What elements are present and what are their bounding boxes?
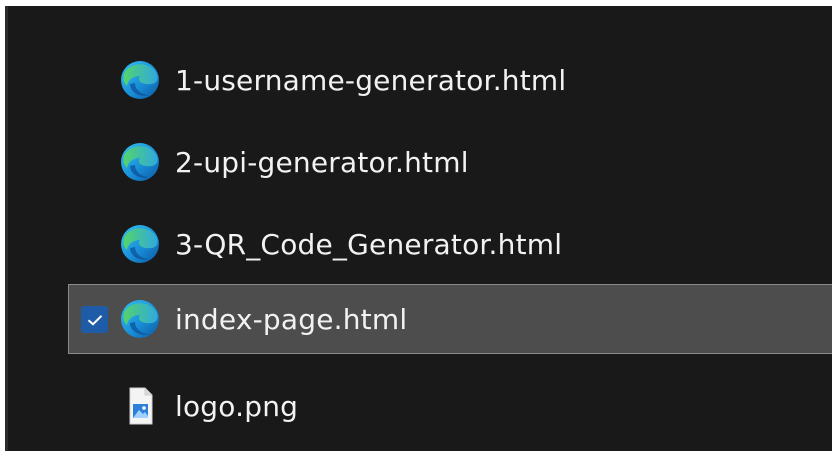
checkmark-icon — [87, 314, 102, 326]
file-item-index-page[interactable]: index-page.html — [68, 284, 832, 354]
file-name: 3-QR_Code_Generator.html — [175, 227, 563, 261]
edge-icon — [121, 61, 159, 99]
edge-icon — [121, 143, 159, 181]
file-item-qr-code-generator[interactable]: 3-QR_Code_Generator.html — [68, 210, 832, 278]
file-name: 2-upi-generator.html — [175, 145, 469, 179]
png-image-icon — [129, 387, 153, 425]
file-name: index-page.html — [175, 302, 408, 336]
file-list: 1-username-generator.html 2-upi-generato… — [8, 6, 832, 451]
file-explorer-pane: 1-username-generator.html 2-upi-generato… — [5, 6, 832, 451]
edge-icon — [121, 225, 159, 263]
file-item-upi-generator[interactable]: 2-upi-generator.html — [68, 128, 832, 196]
edge-icon — [121, 300, 159, 338]
file-name: logo.png — [175, 389, 299, 423]
file-item-logo-png[interactable]: logo.png — [68, 372, 832, 440]
selection-checkbox[interactable] — [81, 306, 108, 333]
file-name: 1-username-generator.html — [175, 63, 567, 97]
file-item-username-generator[interactable]: 1-username-generator.html — [68, 46, 832, 114]
